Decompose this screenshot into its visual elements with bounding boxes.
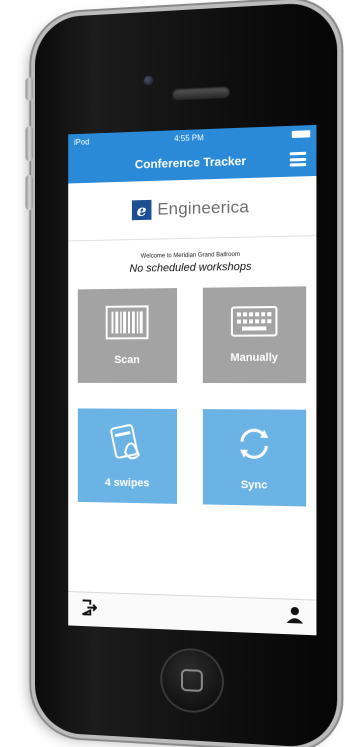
manual-entry-button[interactable]: Manually [202,286,307,384]
sync-icon [234,423,275,467]
volume-down-button [25,174,34,211]
volume-up-button [25,125,34,162]
phone-device: iPod 4:55 PM Conference Tracker e Engine… [25,1,338,747]
scan-label: Scan [114,354,140,367]
logo-name: Engineerica [157,197,250,219]
app-screen: iPod 4:55 PM Conference Tracker e Engine… [68,124,317,636]
bottom-toolbar [68,591,317,636]
page-title: Conference Tracker [134,153,247,172]
status-time: 4:55 PM [174,132,204,143]
carrier-label: iPod [73,137,90,147]
keyboard-icon [231,306,278,340]
manual-label: Manually [230,351,279,364]
user-icon[interactable] [286,605,304,629]
sync-button[interactable]: Sync [202,409,307,507]
barcode-icon [106,305,149,342]
action-tiles: Scan Manually 4 swipes Sync [68,272,316,507]
swipe-card-icon [108,422,147,465]
home-button[interactable] [162,649,222,713]
logout-icon[interactable] [80,598,97,621]
hamburger-menu-icon[interactable] [289,151,307,167]
logo-mark: e [131,199,152,221]
brand-logo: e Engineerica [68,175,317,242]
device-stage: iPod 4:55 PM Conference Tracker e Engine… [0,0,345,747]
earpiece-speaker [172,85,230,101]
front-camera [143,75,154,86]
swipes-label: 4 swipes [104,476,150,490]
sync-label: Sync [240,478,268,492]
swipes-button[interactable]: 4 swipes [77,408,178,504]
scan-button[interactable]: Scan [77,288,178,383]
mute-switch [25,77,34,101]
home-square-icon [181,668,203,693]
battery-icon [291,129,311,138]
